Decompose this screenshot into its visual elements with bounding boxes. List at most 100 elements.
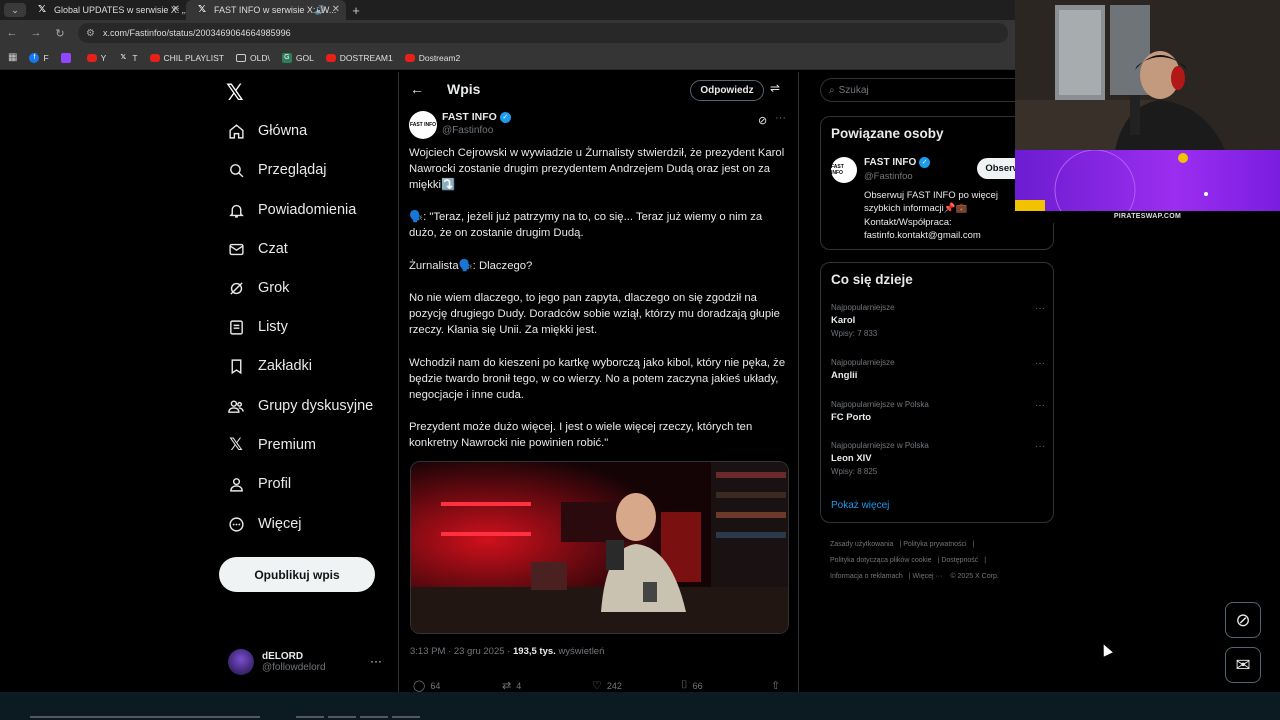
taskbar-indicator <box>360 716 388 718</box>
forward-icon[interactable]: → <box>24 27 48 39</box>
reply-button[interactable]: Odpowiedz <box>690 80 764 101</box>
nav-item-communities[interactable]: Grupy dyskusyjne <box>226 393 373 419</box>
author-avatar[interactable]: FAST INFO <box>409 111 437 139</box>
apps-grid-icon[interactable]: ▦ <box>8 52 17 63</box>
nav-item-premium[interactable]: 𝕏 Premium <box>226 432 316 458</box>
post-time[interactable]: 3:13 PM · 23 gru 2025 <box>410 646 505 657</box>
related-name-row[interactable]: FAST INFO ✓ <box>864 157 931 168</box>
page-title: Wpis <box>447 81 481 97</box>
related-handle[interactable]: @Fastinfoo <box>864 171 913 182</box>
account-switcher[interactable]: dELORD @followdelord ··· <box>228 644 388 680</box>
trend-item[interactable]: Najpopularniejsze w Polska FC Porto ··· <box>831 400 1045 423</box>
youtube-icon <box>149 53 160 62</box>
nav-item-grok[interactable]: Grok <box>226 275 289 301</box>
more-dots-icon[interactable]: ··· <box>1035 358 1045 369</box>
person-icon <box>226 474 246 494</box>
views-count: 193,5 tys. <box>513 646 556 657</box>
post-paragraph: 🗣️: "Teraz, jeżeli już patrzymy na to, c… <box>409 211 763 240</box>
bookmark-gol[interactable]: G GOL <box>281 52 314 63</box>
back-icon[interactable]: ← <box>0 27 24 39</box>
trends-title: Co się dzieje <box>831 272 913 287</box>
video-frame-image <box>411 462 788 633</box>
grok-icon[interactable]: ⊘ <box>758 114 767 127</box>
grok-float-button[interactable]: ⊘ <box>1225 602 1261 638</box>
url-text: x.com/Fastinfoo/status/20034690646649859… <box>102 28 291 38</box>
nav-item-explore[interactable]: Przeglądaj <box>226 157 327 183</box>
more-dots-icon[interactable]: ··· <box>775 112 786 124</box>
x-favicon-icon: 𝕏 <box>38 4 47 15</box>
x-icon: 𝕏 <box>229 435 243 454</box>
verified-badge-icon: ✓ <box>919 157 931 168</box>
bookmark-youtube[interactable]: Y <box>86 53 106 63</box>
nav-item-more[interactable]: Więcej <box>226 511 302 537</box>
x-favicon-icon: 𝕏 <box>198 4 207 15</box>
new-tab-button[interactable]: + <box>346 3 366 18</box>
close-icon[interactable]: ✕ <box>172 0 180 20</box>
sponsor-graphic <box>1015 150 1208 211</box>
nav-item-bookmarks[interactable]: Zakładki <box>226 353 312 379</box>
reply-action[interactable]: ◯ 64 <box>413 679 440 692</box>
nav-item-profile[interactable]: Profil <box>226 471 291 497</box>
repost-action[interactable]: ⇄ 4 <box>502 679 521 692</box>
trend-item[interactable]: Najpopularniejsze Anglii ··· <box>831 358 1045 381</box>
site-info-icon[interactable]: ⚙ <box>86 28 95 39</box>
post-paragraph: Wojciech Cejrowski w wywiadzie u Żurnali… <box>409 147 785 191</box>
bell-icon <box>226 200 246 220</box>
mouse-cursor <box>1099 642 1113 657</box>
back-arrow-icon[interactable]: ← <box>410 81 424 97</box>
sponsor-caption: PIRATESWAP.COM <box>1015 211 1280 223</box>
more-dots-icon[interactable]: ··· <box>1035 400 1045 411</box>
speaker-icon[interactable]: 🔊 <box>315 0 326 20</box>
browser-tab-1[interactable]: 𝕏 Global UPDATES w serwisie X: „... ✕ <box>26 0 186 20</box>
bookmark-dostream2[interactable]: Dostream2 <box>404 53 460 63</box>
bookmark-x[interactable]: 𝕏T <box>118 53 138 63</box>
close-icon[interactable]: ✕ <box>332 0 340 20</box>
messages-float-button[interactable]: ✉ <box>1225 647 1261 683</box>
nav-item-home[interactable]: Główna <box>226 118 307 144</box>
bookmark-icon: ⌷ <box>681 679 688 691</box>
youtube-icon <box>404 53 415 62</box>
bookmark-f[interactable]: fF <box>29 52 49 63</box>
search-icon <box>226 160 246 180</box>
share-action[interactable]: ⇧ <box>771 679 785 692</box>
nav-item-chat[interactable]: Czat <box>226 236 288 262</box>
more-dots-icon[interactable]: ··· <box>1035 303 1045 314</box>
trend-item[interactable]: Najpopularniejsze Karol Wpisy: 7 833 ··· <box>831 303 1045 338</box>
like-action[interactable]: ♡ 242 <box>592 679 622 692</box>
grok-icon: ⊘ <box>1235 609 1251 630</box>
x-logo-icon[interactable]: 𝕏 <box>226 80 244 106</box>
show-more-link[interactable]: Pokaż więcej <box>831 500 889 511</box>
more-dots-icon[interactable]: ··· <box>1035 441 1045 452</box>
browser-tab-2[interactable]: 𝕏 FAST INFO w serwisie X: „W... 🔊 ✕ <box>186 0 346 20</box>
taskbar <box>0 692 1280 720</box>
post-paragraph: Wchodził nam do kieszeni po kartkę wybor… <box>409 356 786 401</box>
reply-icon: ◯ <box>413 680 426 692</box>
nav-item-lists[interactable]: Listy <box>226 314 288 340</box>
repost-icon: ⇄ <box>502 680 512 692</box>
bookmark-action[interactable]: ⌷ 66 <box>681 679 703 692</box>
reload-icon[interactable]: ↻ <box>48 27 72 40</box>
heart-icon: ♡ <box>592 680 602 692</box>
related-avatar[interactable]: FAST INFO <box>831 157 857 183</box>
sliders-icon[interactable]: ⇌ <box>770 81 780 95</box>
trend-item[interactable]: Najpopularniejsze w Polska Leon XIV Wpis… <box>831 441 1045 476</box>
trends-box: Co się dzieje Najpopularniejsze Karol Wp… <box>820 262 1054 523</box>
facebook-icon: f <box>29 52 40 63</box>
tab-search-button[interactable]: ⌄ <box>4 3 26 17</box>
post-column: ← Wpis Odpowiedz ⇌ FAST INFO FAST INFO ✓ … <box>398 72 799 692</box>
bookmark-folder-old[interactable]: OLD\ <box>236 53 270 63</box>
x-logo-icon: 𝕏 <box>120 53 127 61</box>
account-handle: @followdelord <box>262 662 326 673</box>
post-video[interactable] <box>410 461 789 634</box>
bookmark-chil-playlist[interactable]: CHIL PLAYLIST <box>149 53 224 63</box>
post-button[interactable]: Opublikuj wpis <box>219 557 375 592</box>
author-handle[interactable]: @Fastinfoo <box>442 125 493 136</box>
grok-icon <box>226 278 246 298</box>
more-dots-icon[interactable]: ··· <box>370 654 382 668</box>
author-name-row[interactable]: FAST INFO ✓ <box>442 111 511 123</box>
nav-item-notifications[interactable]: Powiadomienia <box>226 197 356 223</box>
bookmark-dostream1[interactable]: DOSTREAM1 <box>325 53 393 63</box>
address-bar[interactable]: ⚙ x.com/Fastinfoo/status/200346906466498… <box>78 23 1008 43</box>
bookmark-twitch[interactable] <box>60 52 75 63</box>
youtube-icon <box>86 53 97 62</box>
